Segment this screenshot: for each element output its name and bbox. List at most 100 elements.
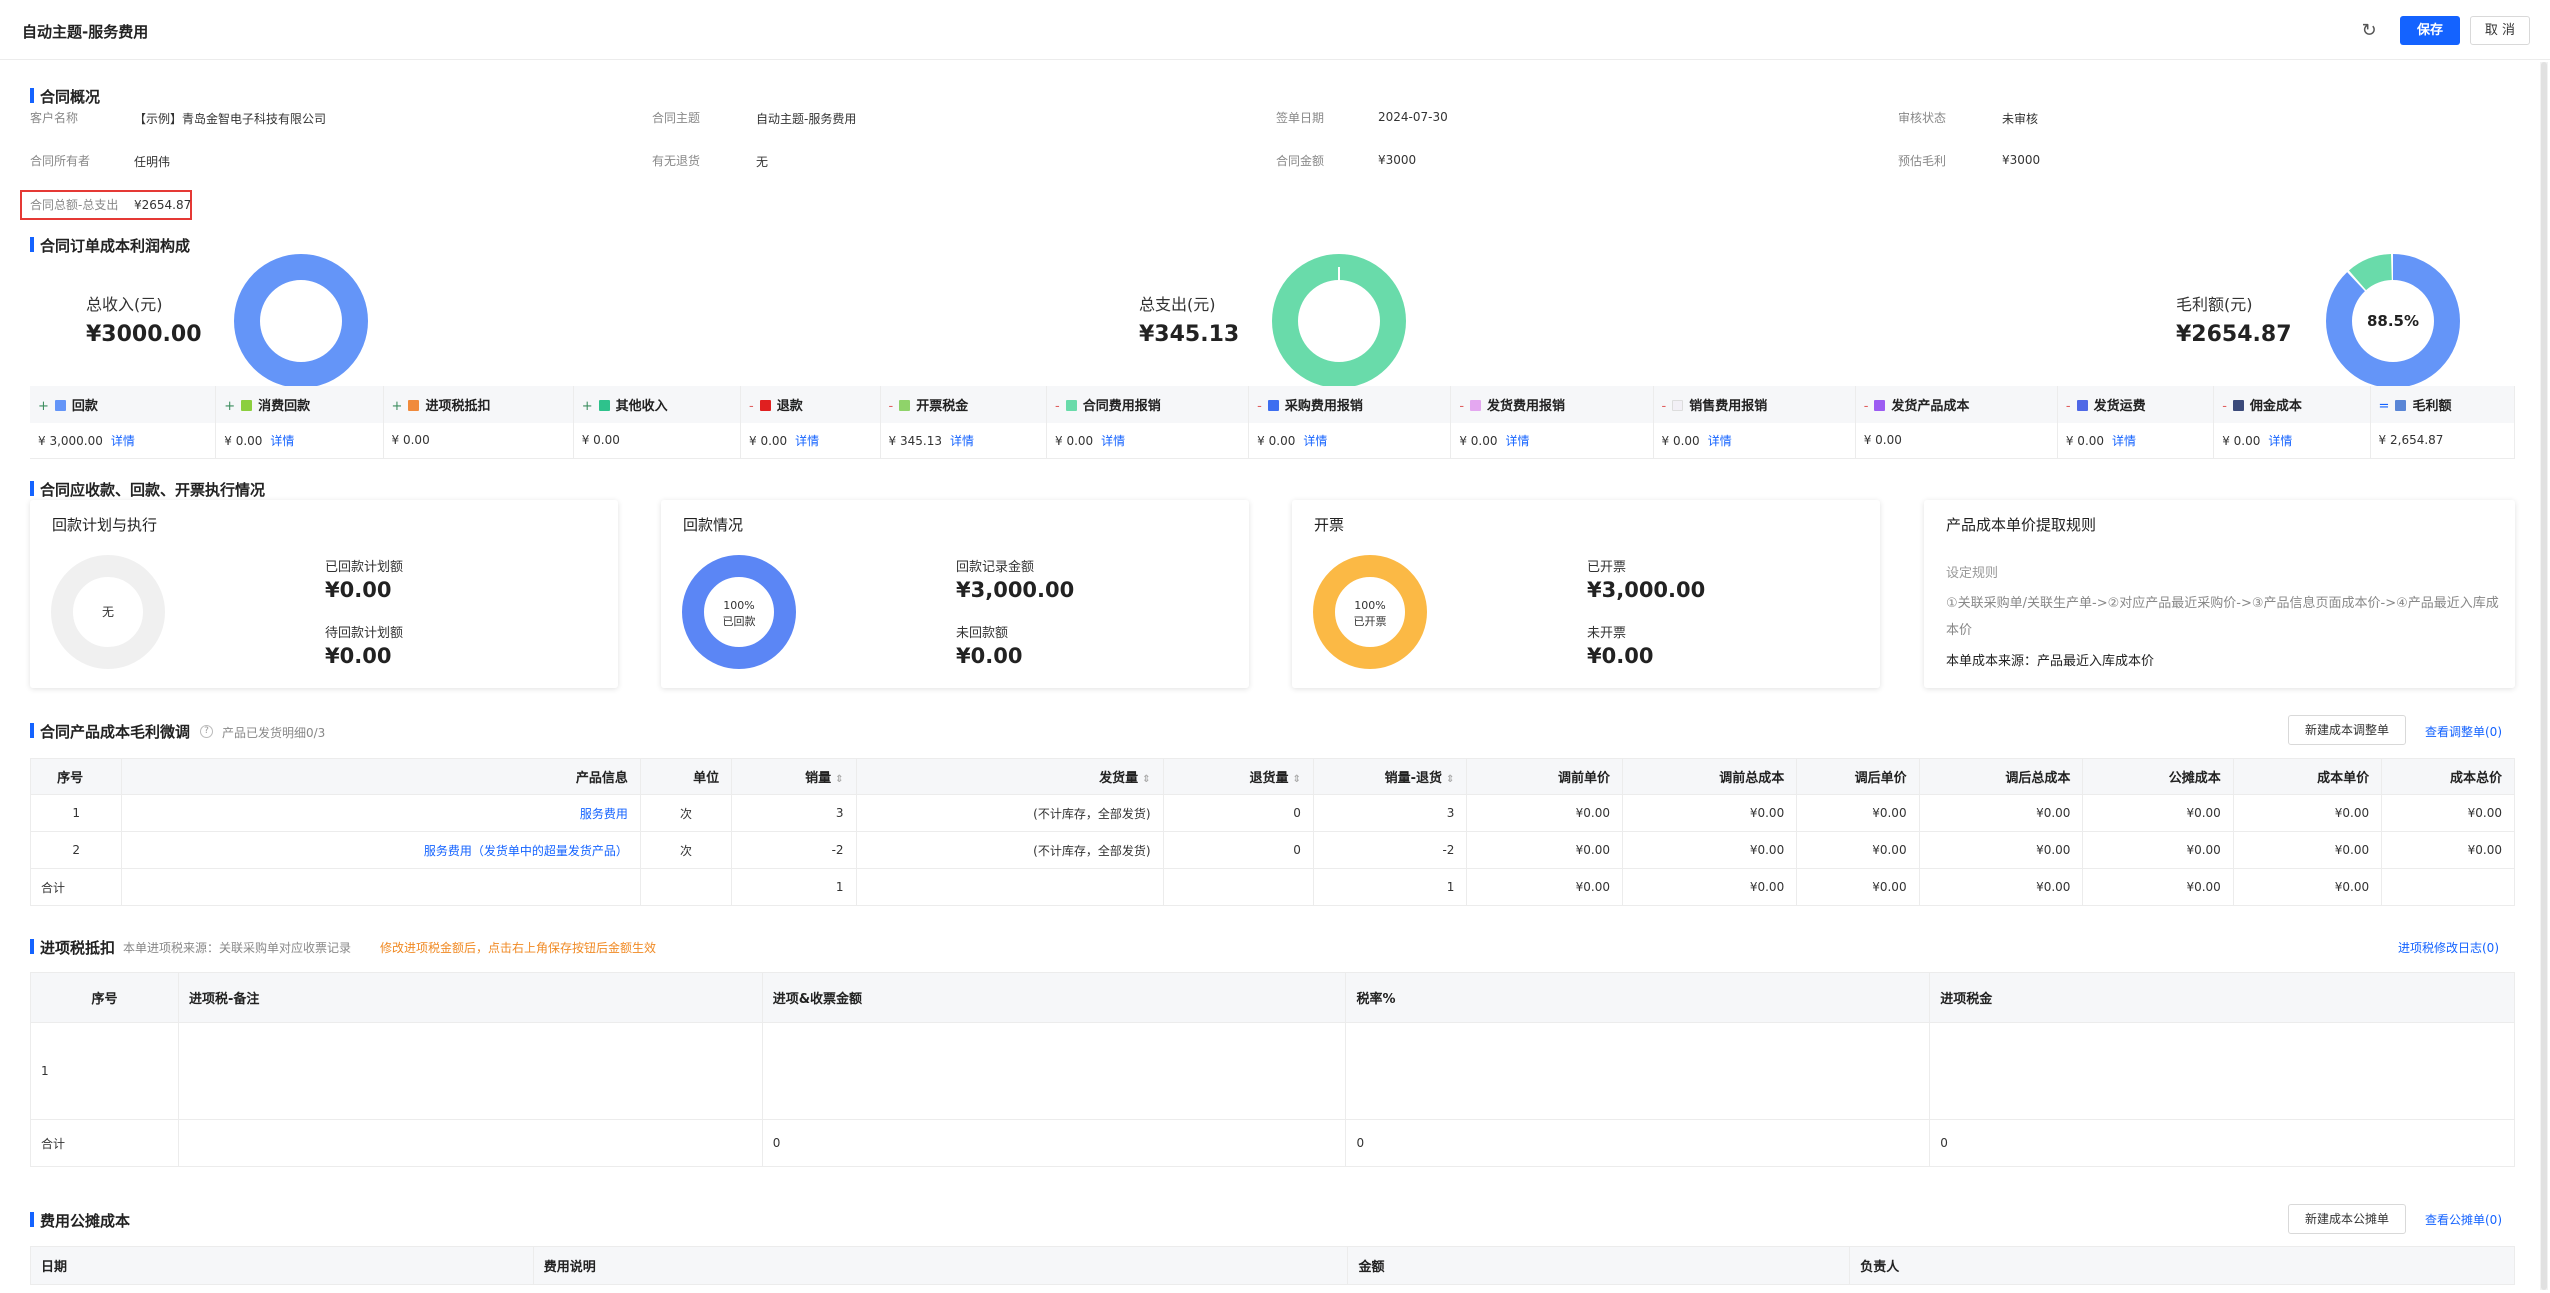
summary-value: ¥ 0.00 [1459, 433, 1498, 448]
summary-cell-5: ¥ 345.13 详情 [880, 423, 1048, 459]
scrollbar-thumb[interactable] [2541, 62, 2547, 1290]
table-cell: ¥0.00 [2381, 794, 2515, 832]
product-col-label: 调前单价 [1557, 771, 1610, 786]
field-value-subject: 自动主题-服务费用 [756, 112, 857, 126]
summary-header-label: 消费回款 [258, 399, 311, 414]
summary-header-5: - 开票税金 [880, 386, 1048, 423]
summary-detail-link[interactable]: 详情 [1506, 434, 1530, 448]
section-title-product: 合同产品成本毛利微调 [30, 721, 190, 742]
summary-header-1: + 消费回款 [215, 386, 384, 423]
summary-header-label: 其他收入 [615, 399, 668, 414]
product-col-label: 调前总成本 [1719, 771, 1785, 786]
product-name-link[interactable]: 服务费用 [580, 807, 628, 821]
table-cell: 3 [1312, 794, 1468, 832]
table-cell[interactable] [1929, 1022, 2515, 1120]
table-cell[interactable] [761, 1022, 1347, 1120]
product-col-header[interactable]: 发货量 ⇕ [855, 758, 1164, 795]
summary-color-swatch [408, 400, 420, 411]
summary-cell-11: ¥ 0.00 详情 [2057, 423, 2215, 459]
tax-log-link[interactable]: 进项税修改日志(0) [2398, 939, 2499, 956]
product-col-header: 成本总价 [2381, 758, 2515, 795]
tax-col-header: 进项&收票金额 [761, 972, 1347, 1023]
table-cell: ¥0.00 [1918, 831, 2084, 869]
product-col-header[interactable]: 销量 ⇕ [731, 758, 857, 795]
table-cell: 次 [639, 794, 733, 832]
summary-cell-2: ¥ 0.00 [383, 423, 574, 459]
summary-header-label: 发货运费 [2093, 399, 2146, 414]
table-cell: 1 [29, 794, 123, 832]
rule-label: 设定规则 [1946, 566, 1999, 581]
card-value-2: ¥0.00 [325, 644, 392, 668]
field-value-audit-status: 未审核 [2002, 112, 2039, 126]
section-title-overview: 合同概况 [30, 86, 100, 107]
product-col-header[interactable]: 销量-退货 ⇕ [1312, 758, 1468, 795]
table-cell: ¥0.00 [1796, 868, 1920, 906]
table-cell [2381, 868, 2515, 906]
table-cell: ¥0.00 [2232, 794, 2383, 832]
table-cell: ¥0.00 [2082, 868, 2234, 906]
product-col-header[interactable]: 退货量 ⇕ [1162, 758, 1314, 795]
summary-cell-0: ¥ 3,000.00 详情 [30, 423, 217, 459]
save-button[interactable]: 保存 [2400, 16, 2460, 45]
tax-subtitle: 本单进项税来源：关联采购单对应收票记录 [123, 941, 352, 955]
summary-header-label: 回款 [71, 399, 98, 414]
table-cell: (不计库存，全部发货) [855, 831, 1164, 869]
donut-center-sub: 已回款 [723, 614, 756, 628]
card-key-2: 未开票 [1587, 626, 1627, 641]
summary-operator: - [1661, 399, 1667, 414]
product-col-header: 单位 [639, 758, 733, 795]
sort-icon[interactable]: ⇕ [835, 774, 843, 785]
new-fee-allocation-button[interactable]: 新建成本公摊单 [2288, 1204, 2406, 1234]
summary-value: ¥ 0.00 [1055, 433, 1094, 448]
table-cell [639, 868, 733, 906]
income-donut [234, 254, 368, 388]
sort-icon[interactable]: ⇕ [1293, 774, 1301, 785]
summary-cell-8: ¥ 0.00 详情 [1450, 423, 1654, 459]
summary-value: ¥ 0.00 [2065, 433, 2105, 448]
cancel-button[interactable]: 取 消 [2470, 16, 2530, 45]
table-row: 1 [30, 1022, 2515, 1120]
table-cell[interactable] [1345, 1022, 1931, 1120]
scrollbar[interactable] [2540, 62, 2548, 1290]
summary-detail-link[interactable]: 详情 [1708, 434, 1732, 448]
card-title: 回款计划与执行 [52, 516, 158, 534]
summary-cell-1: ¥ 0.00 详情 [215, 423, 384, 459]
summary-detail-link[interactable]: 详情 [950, 434, 974, 448]
summary-detail-link[interactable]: 详情 [795, 434, 819, 448]
table-cell[interactable] [177, 1022, 763, 1120]
summary-detail-link[interactable]: 详情 [2268, 434, 2292, 448]
summary-operator: - [2065, 399, 2071, 414]
refresh-icon[interactable]: ↻ [2358, 20, 2380, 42]
summary-operator: + [391, 399, 403, 414]
table-cell [1162, 868, 1314, 906]
table-cell: ¥0.00 [1466, 868, 1623, 906]
summary-header-label: 采购费用报销 [1284, 399, 1363, 414]
product-name-link[interactable]: 服务费用（发货单中的超量发货产品） [424, 844, 628, 858]
summary-color-swatch [1672, 400, 1684, 411]
summary-detail-link[interactable]: 详情 [1101, 434, 1125, 448]
summary-header-0: + 回款 [30, 386, 217, 423]
summary-detail-link[interactable]: 详情 [1303, 434, 1327, 448]
table-cell [121, 868, 641, 906]
product-col-header: 调后单价 [1796, 758, 1920, 795]
summary-detail-link[interactable]: 详情 [270, 434, 294, 448]
page-title: 自动主题-服务费用 [22, 23, 149, 41]
sort-icon[interactable]: ⇕ [1446, 774, 1454, 785]
sort-icon[interactable]: ⇕ [1142, 774, 1150, 785]
summary-detail-link[interactable]: 详情 [2112, 434, 2136, 448]
view-adjustment-link[interactable]: 查看调整单(0) [2425, 723, 2502, 740]
summary-value: ¥ 0.00 [581, 433, 620, 448]
summary-operator: + [38, 399, 49, 414]
summary-detail-link[interactable]: 详情 [111, 434, 135, 448]
new-cost-adjustment-button[interactable]: 新建成本调整单 [2288, 715, 2406, 745]
product-col-label: 调后单价 [1854, 771, 1907, 786]
product-table: 序号 产品信息 单位 销量 ⇕ 发货量 ⇕ 退货量 ⇕ 销量-退货 ⇕ 调前单价 调前总成本 调后单价 调后… [29, 758, 2515, 906]
view-allocation-link[interactable]: 查看公摊单(0) [2425, 1211, 2502, 1228]
summary-operator: - [749, 399, 754, 414]
field-label-return: 有无退货 [652, 154, 701, 168]
card-title: 产品成本单价提取规则 [1946, 516, 2097, 534]
product-col-label: 产品信息 [575, 771, 628, 786]
help-icon[interactable]: ? [200, 725, 213, 738]
card-value-2: ¥0.00 [1587, 644, 1654, 668]
table-cell: 0 [761, 1119, 1347, 1167]
